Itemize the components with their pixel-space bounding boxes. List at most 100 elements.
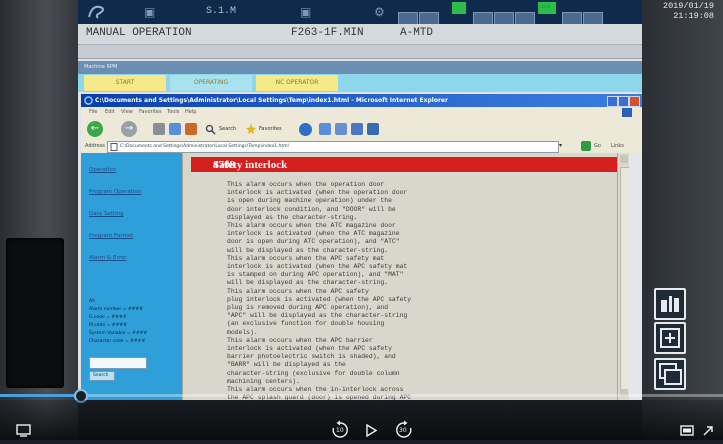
screen-title-bar: MANUAL OPERATION F263-1F.MIN A-MTD [78,24,642,45]
print-icon[interactable] [351,123,363,135]
alarm-info-all: All [89,299,95,304]
alarm-line: models). [227,328,258,336]
settings-tools-icon[interactable] [654,288,686,320]
favorites-label[interactable]: Favorites [259,126,282,132]
mail-icon[interactable] [335,123,347,135]
nav-link-operation[interactable]: Operation [89,167,116,173]
close-button[interactable] [629,96,640,107]
alarm-line: plug interlock is activated (when the AP… [227,295,412,303]
start-button[interactable]: START [84,75,166,91]
scroll-up-arrow[interactable] [620,155,628,163]
nav-link-program-operation[interactable]: Program Operation [89,189,141,195]
alarm-line: interlock is activated (when the operati… [227,189,408,197]
stop-icon[interactable] [153,123,165,135]
menu-view[interactable]: View [121,109,133,115]
nav-link-alarm-error[interactable]: Alarm & Error [89,255,126,261]
window-icon: ▣ [144,5,156,19]
datetime-display: 2019/01/19 21:19:08 [652,1,714,21]
forward-30-icon[interactable]: 30 [394,420,414,440]
address-label: Address [85,143,105,149]
alarm-line: is open during machine operation) under … [227,197,392,205]
alarm-info-mcode: M code = #### [89,323,127,328]
date-label: 2019/01/19 [662,1,714,11]
sub-bar [78,45,642,59]
rewind-10-icon[interactable]: 10 [330,420,350,440]
video-progress-fill [0,394,80,397]
screen-edge-strip [629,153,642,400]
go-label[interactable]: Go [594,143,601,149]
page-icon [110,143,118,151]
alarm-line: This alarm occurs when the operation doo… [227,181,385,188]
alarm-name: Safety interlock [213,159,288,171]
menu-file[interactable]: File [89,109,97,115]
play-icon[interactable] [366,424,377,437]
go-button[interactable] [581,141,591,151]
status-top-bar: ▣ S.1.M ▣ ⚙ Lock [78,0,642,25]
home-icon[interactable] [185,123,197,135]
alarm-line: will be displayed as the character-strin… [227,279,389,287]
machine-logo-icon [88,5,104,19]
alarm-title: 4708 Safety interlock [202,158,287,171]
links-label[interactable]: Links [611,143,624,149]
media-icon[interactable] [299,123,312,136]
address-bar: Address C:\Documents and Settings\Admini… [81,140,642,154]
cnc-screen: ▣ S.1.M ▣ ⚙ Lock MANUAL OPERATION F263-1… [78,0,642,400]
fullscreen-icon[interactable] [680,425,694,436]
add-window-icon[interactable] [654,322,686,354]
alarm-line: character-string (exclusive for double c… [227,369,400,377]
browser-toolbar: ← → Search Favorites [81,118,642,141]
help-content-frame: 4708 Safety interlock This alarm occurs … [191,153,617,400]
search-icon[interactable] [205,124,216,135]
menu-help[interactable]: Help [185,109,196,115]
alarm-line: This alarm occurs when the APC barrier [227,336,373,344]
menu-favorites[interactable]: Favorites [139,109,162,115]
alarm-info-character-code: Character code = #### [89,339,146,344]
history-icon[interactable] [319,123,331,135]
window-switch-icon[interactable] [654,358,686,390]
refresh-icon[interactable] [169,123,181,135]
time-label: 21:19:08 [673,11,714,21]
captions-icon[interactable] [16,424,32,437]
alarm-header: 4708 Safety interlock [191,157,617,172]
alarm-line: This alarm occurs when the APC safety [227,287,369,295]
alarm-line: "APC" will be displayed as the character… [227,312,408,320]
nc-operator-button[interactable]: NC OPERATOR [256,75,338,91]
expand-icon[interactable] [702,425,714,437]
alarm-line: plug is removed during APC operation), a… [227,304,389,312]
address-dropdown-icon[interactable]: ▾ [559,142,562,149]
menu-edit[interactable]: Edit [105,109,115,115]
forward-icon[interactable]: → [121,121,137,137]
program-name: F263-1F.MIN [291,27,364,39]
search-label[interactable]: Search [219,126,236,132]
alarm-line: is stamped on during APC operation), and… [227,271,404,279]
alarm-line: will be displayed as the character-strin… [227,246,389,254]
alarm-line: (an exclusive function for double housin… [227,320,385,328]
nav-link-data-setting[interactable]: Data Setting [89,211,124,217]
alarm-line: interlock is activated (when the APC saf… [227,345,392,353]
alarm-line: This alarm occurs when the APC safety ma… [227,254,385,262]
minimize-button[interactable] [607,96,618,107]
favorites-icon[interactable] [245,123,257,135]
video-progress-track[interactable] [0,394,723,397]
alarm-line: "BARR" will be displayed as the [227,361,346,369]
browser-window: C:\Documents and Settings\Administrator\… [81,94,642,400]
search-button[interactable]: Search [89,371,115,381]
menu-tools[interactable]: Tools [167,109,179,115]
maximize-button[interactable] [618,96,629,107]
alarm-line: machining centers). [227,377,300,385]
rpm-header: Machine RPM [78,61,642,74]
lock-lamp: Lock [538,2,556,14]
address-input[interactable]: C:\Documents and Settings\Administrator\… [107,141,559,153]
search-input[interactable] [89,357,147,369]
edit-icon[interactable] [367,123,379,135]
mtd-label: A-MTD [400,27,434,39]
ie-logo-icon [84,96,93,105]
nav-link-program-format[interactable]: Program Format [89,233,133,239]
back-icon[interactable]: ← [87,121,103,137]
operating-button[interactable]: OPERATING [170,75,252,91]
alarm-info-gcode: G code = #### [89,315,127,320]
alarm-line: interlock is activated (when the APC saf… [227,263,408,271]
alarm-info-system-variable: System Variable = #### [89,331,148,336]
alarm-line: This alarm occurs when the ATC magazine … [227,222,396,230]
alarm-info-number: Alarm number = #### [89,307,143,312]
